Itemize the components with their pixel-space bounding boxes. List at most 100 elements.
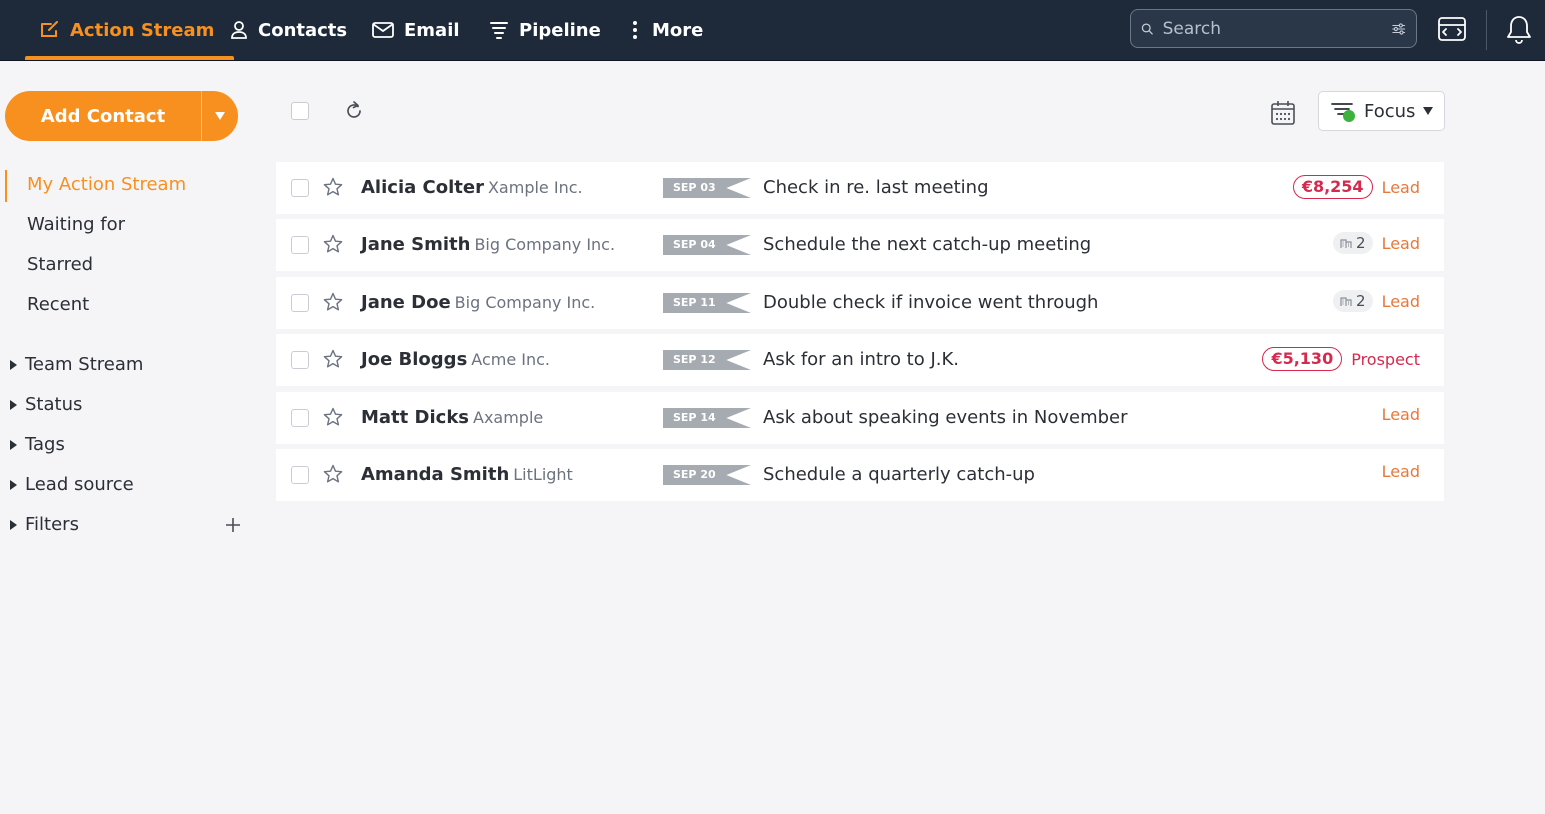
table-row[interactable]: Matt Dicks Axample SEP 14 Ask about speakin… [276, 392, 1444, 444]
email-icon [372, 22, 394, 38]
row-checkbox[interactable] [291, 409, 309, 427]
nav-contacts[interactable]: Contacts [230, 0, 347, 60]
status-label[interactable]: Lead [1382, 178, 1420, 197]
company-name: Acme Inc. [471, 350, 550, 369]
expand-triangle-icon [10, 439, 17, 450]
calendar-icon[interactable] [1270, 100, 1296, 126]
focus-filter-button[interactable]: Focus [1318, 91, 1445, 131]
task-text[interactable]: Check in re. last meeting [763, 177, 989, 198]
contact-name[interactable]: Alicia Colter Xample Inc. [361, 177, 583, 198]
sidebar-item-my-action-stream[interactable]: My Action Stream [27, 174, 186, 195]
sidebar-group-filters[interactable]: Filters [10, 514, 79, 535]
top-nav-bar: Action Stream Contacts Email Pipeline Mo… [0, 0, 1545, 61]
nav-pipeline[interactable]: Pipeline [489, 0, 601, 60]
nav-label: Email [404, 19, 460, 41]
nav-action-stream[interactable]: Action Stream [24, 0, 235, 60]
row-meta: Lead [1382, 405, 1420, 424]
company-name: Xample Inc. [487, 178, 583, 197]
contact-name-text[interactable]: Amanda Smith [361, 464, 509, 485]
deals-count: 2 [1356, 292, 1366, 310]
contact-name[interactable]: Jane Doe Big Company Inc. [361, 292, 595, 313]
sidebar-item-recent[interactable]: Recent [27, 294, 89, 315]
sidebar-item-starred[interactable]: Starred [27, 254, 93, 275]
contact-name-text[interactable]: Jane Doe [361, 292, 451, 313]
star-icon[interactable] [323, 407, 343, 427]
caret-down-icon [1423, 107, 1434, 115]
nav-more[interactable]: More [628, 0, 703, 60]
task-text[interactable]: Ask for an intro to J.K. [763, 349, 959, 370]
sidebar-item-waiting-for[interactable]: Waiting for [27, 214, 125, 235]
contact-name-text[interactable]: Matt Dicks [361, 407, 469, 428]
search-filter-icon[interactable] [1391, 19, 1406, 39]
sidebar-group-lead-source[interactable]: Lead source [10, 474, 134, 495]
nav-label: Pipeline [519, 19, 601, 41]
nav-label: Action Stream [70, 19, 215, 41]
due-date-tag: SEP 04 [663, 235, 751, 255]
table-row[interactable]: Amanda Smith LitLight SEP 20 Schedule a qua… [276, 449, 1444, 501]
sidebar-group-status[interactable]: Status [10, 394, 82, 415]
refresh-icon[interactable] [343, 100, 365, 122]
building-icon [1340, 239, 1352, 248]
due-date-tag: SEP 11 [663, 293, 751, 313]
status-label[interactable]: Lead [1382, 234, 1420, 253]
row-checkbox[interactable] [291, 179, 309, 197]
contact-name-text[interactable]: Jane Smith [361, 234, 470, 255]
contact-name-text[interactable]: Alicia Colter [361, 177, 484, 198]
star-icon[interactable] [323, 234, 343, 254]
contact-name[interactable]: Joe Bloggs Acme Inc. [361, 349, 550, 370]
add-contact-dropdown-button[interactable] [202, 91, 238, 141]
expand-triangle-icon [10, 399, 17, 410]
star-icon[interactable] [323, 464, 343, 484]
row-meta: 2 Lead [1333, 232, 1420, 254]
contact-name[interactable]: Amanda Smith LitLight [361, 464, 573, 485]
contact-name[interactable]: Jane Smith Big Company Inc. [361, 234, 615, 255]
company-name: Big Company Inc. [454, 293, 596, 312]
contact-name-text[interactable]: Joe Bloggs [361, 349, 467, 370]
search-input[interactable] [1162, 18, 1382, 39]
star-icon[interactable] [323, 292, 343, 312]
task-text[interactable]: Ask about speaking events in November [763, 407, 1128, 428]
sidebar-group-team-stream[interactable]: Team Stream [10, 354, 143, 375]
status-label[interactable]: Lead [1382, 292, 1420, 311]
add-filter-icon[interactable] [224, 516, 242, 534]
contacts-icon [231, 21, 247, 39]
table-row[interactable]: Jane Doe Big Company Inc. SEP 11 Double che… [276, 277, 1444, 329]
add-contact-button[interactable]: Add Contact [5, 91, 201, 141]
row-checkbox[interactable] [291, 351, 309, 369]
deal-amount-badge[interactable]: €8,254 [1292, 175, 1373, 199]
status-label[interactable]: Lead [1382, 405, 1420, 424]
status-label[interactable]: Lead [1382, 462, 1420, 481]
task-text[interactable]: Double check if invoice went through [763, 292, 1098, 313]
deals-count: 2 [1356, 234, 1366, 252]
select-all-checkbox[interactable] [291, 102, 309, 120]
deals-count-badge[interactable]: 2 [1333, 232, 1373, 254]
switch-app-icon[interactable] [1437, 15, 1467, 43]
deals-count-badge[interactable]: 2 [1333, 290, 1373, 312]
nav-email[interactable]: Email [372, 0, 460, 60]
status-label[interactable]: Prospect [1351, 350, 1420, 369]
due-date-tag: SEP 12 [663, 350, 751, 370]
more-vertical-icon [633, 21, 637, 39]
row-meta: Lead [1382, 462, 1420, 481]
star-icon[interactable] [323, 177, 343, 197]
table-row[interactable]: Joe Bloggs Acme Inc. SEP 12 Ask for an intr… [276, 334, 1444, 386]
star-icon[interactable] [323, 349, 343, 369]
nav-label: More [652, 19, 704, 41]
row-meta: €5,130 Prospect [1262, 347, 1420, 371]
contact-name[interactable]: Matt Dicks Axample [361, 407, 543, 428]
task-text[interactable]: Schedule a quarterly catch-up [763, 464, 1035, 485]
row-meta: 2 Lead [1333, 290, 1420, 312]
row-checkbox[interactable] [291, 466, 309, 484]
table-row[interactable]: Alicia Colter Xample Inc. SEP 03 Check in r… [276, 162, 1444, 214]
table-row[interactable]: Jane Smith Big Company Inc. SEP 04 Schedule… [276, 219, 1444, 271]
row-checkbox[interactable] [291, 236, 309, 254]
expand-triangle-icon [10, 359, 17, 370]
sidebar-group-label: Filters [25, 514, 79, 535]
task-text[interactable]: Schedule the next catch-up meeting [763, 234, 1091, 255]
bell-icon[interactable] [1506, 14, 1532, 46]
sidebar-group-label: Status [25, 394, 83, 415]
row-checkbox[interactable] [291, 294, 309, 312]
deal-amount-badge[interactable]: €5,130 [1262, 347, 1343, 371]
pipeline-icon [490, 22, 508, 39]
sidebar-group-tags[interactable]: Tags [10, 434, 65, 455]
